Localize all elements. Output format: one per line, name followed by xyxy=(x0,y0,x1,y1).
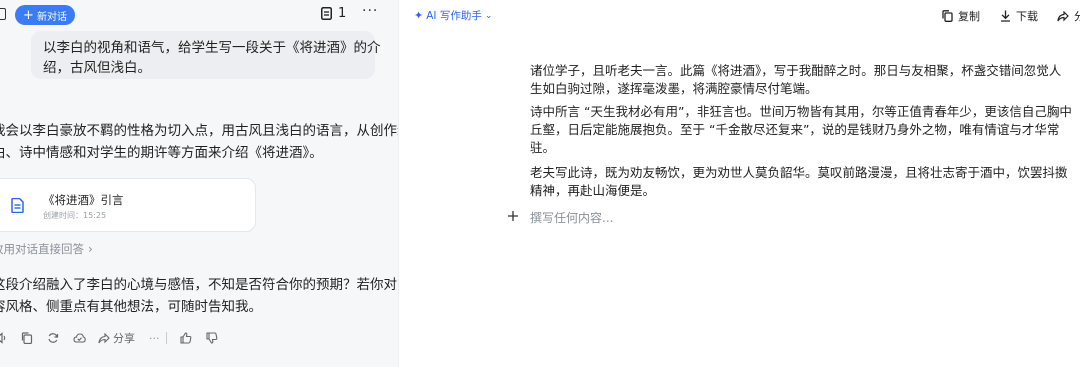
ai-followup-line: 这段介绍融入了李白的心境与感悟，不知是否符合你的预期？若你对内 xyxy=(0,277,399,293)
plus-icon: + xyxy=(23,7,34,23)
editor-paragraph[interactable]: 诗中所言 “天生我材必有用”，非狂言也。世间万物皆有其用，尔等正值青春年少，更该… xyxy=(530,103,1072,157)
editor-input[interactable]: 撰写任何内容... xyxy=(530,209,613,226)
plus-icon xyxy=(508,211,518,221)
paragraph-line: 老夫写此诗，既为劝友畅饮，更为劝世人莫负韶华。莫叹前路漫漫，且将壮志寄于酒中，饮… xyxy=(530,165,1068,180)
share-button[interactable]: 分 xyxy=(1057,8,1080,24)
chat-panel: + 新对话 1 ··· 以李白的视角和语气，给学生写一段关于《将进酒》的介 绍，… xyxy=(0,0,399,367)
ai-followup-line: 容风格、侧重点有其他想法，可随时告知我。 xyxy=(0,299,262,315)
ai-intro-line: 由、诗中情感和对学生的期许等方面来介绍《将进酒》。 xyxy=(0,145,323,161)
user-message-bubble: 以李白的视角和语气，给学生写一段关于《将进酒》的介 绍，古风但浅白。 xyxy=(31,31,381,79)
paragraph-line: 驻。 xyxy=(530,140,556,155)
direct-answer-link[interactable]: 改用对话直接回答 › xyxy=(0,241,93,257)
paragraph-line: 精神，再赴山海便是。 xyxy=(530,183,656,198)
chevron-right-icon: › xyxy=(88,242,93,256)
ai-assistant-label: AI 写作助手 xyxy=(426,10,482,22)
speaker-icon[interactable] xyxy=(0,331,8,345)
new-chat-button[interactable]: + 新对话 xyxy=(15,5,75,25)
copy-button[interactable]: 复制 xyxy=(942,8,980,24)
user-message-line: 绍，古风但浅白。 xyxy=(43,60,151,76)
paragraph-line: 诸位学子，且听老夫一言。此篇《将进酒》，写于我酣醉之时。那日与友相聚，杯盏交错间… xyxy=(530,63,1062,78)
download-icon xyxy=(1001,10,1010,22)
sidebar-toggle-icon[interactable] xyxy=(0,8,6,20)
paragraph-line: 生如白驹过隙，遂挥毫泼墨，将满腔豪情尽付笔端。 xyxy=(530,81,818,96)
copy-icon xyxy=(942,10,953,22)
share-label: 分享 xyxy=(113,332,135,345)
paragraph-line: 诗中所言 “天生我材必有用”，非狂言也。世间万物皆有其用，尔等正值青春年少，更该… xyxy=(530,104,1072,119)
thumbs-up-icon[interactable] xyxy=(179,331,193,345)
divider xyxy=(165,332,167,344)
ai-intro-line: 我会以李白豪放不羁的性格为切入点，用古风且浅白的语言，从创作缘 xyxy=(0,123,399,139)
share-icon xyxy=(98,332,110,343)
document-count: 1 xyxy=(338,6,347,21)
ai-intro-text: 我会以李白豪放不羁的性格为切入点，用古风且浅白的语言，从创作缘 由、诗中情感和对… xyxy=(0,120,399,164)
thumbs-down-icon[interactable] xyxy=(205,331,219,345)
new-chat-label: 新对话 xyxy=(36,11,67,23)
document-card-time: 创建时间：15:25 xyxy=(43,211,107,220)
download-button[interactable]: 下载 xyxy=(1000,8,1038,24)
more-options-button[interactable]: ··· xyxy=(362,3,378,19)
sparkle-icon: ✦ xyxy=(414,9,424,22)
share-button[interactable]: 分享 xyxy=(98,330,135,346)
message-actions: 分享 ··· xyxy=(0,330,231,346)
add-block-button[interactable] xyxy=(504,207,522,225)
editor-panel: ✦ AI 写作助手 ⌄ 复制 下载 分 诸位学子，且听老夫一言。此篇《将进酒》，… xyxy=(399,0,1080,367)
cloud-save-icon[interactable] xyxy=(72,331,86,345)
document-card-title: 《将进酒》引言 xyxy=(43,193,124,207)
share-icon xyxy=(1057,10,1069,21)
ai-followup-text: 这段介绍融入了李白的心境与感悟，不知是否符合你的预期？若你对内 容风格、侧重点有… xyxy=(0,274,399,318)
document-card[interactable]: 《将进酒》引言 创建时间：15:25 xyxy=(0,178,256,232)
direct-answer-label: 改用对话直接回答 xyxy=(0,242,84,256)
document-file-icon xyxy=(11,198,24,213)
user-message-line: 以李白的视角和语气，给学生写一段关于《将进酒》的介 xyxy=(43,40,381,56)
share-label: 分 xyxy=(1074,10,1080,23)
document-icon xyxy=(321,7,332,20)
copy-icon[interactable] xyxy=(20,331,34,345)
copy-label: 复制 xyxy=(958,10,980,23)
more-actions-button[interactable]: ··· xyxy=(149,332,160,345)
regenerate-icon[interactable] xyxy=(46,331,60,345)
paragraph-line: 丘壑，日后定能施展抱负。至于 “千金散尽还复来”，说的是钱财乃身外之物，唯有情谊… xyxy=(530,122,1060,137)
editor-paragraph[interactable]: 诸位学子，且听老夫一言。此篇《将进酒》，写于我酣醉之时。那日与友相聚，杯盏交错间… xyxy=(530,62,1061,98)
document-count-button[interactable]: 1 xyxy=(321,6,346,21)
download-label: 下载 xyxy=(1016,10,1038,23)
editor-paragraph[interactable]: 老夫写此诗，既为劝友畅饮，更为劝世人莫负韶华。莫叹前路漫漫，且将壮志寄于酒中，饮… xyxy=(530,164,1068,200)
chevron-down-icon: ⌄ xyxy=(484,10,493,21)
ai-assistant-dropdown[interactable]: ✦ AI 写作助手 ⌄ xyxy=(414,8,492,23)
